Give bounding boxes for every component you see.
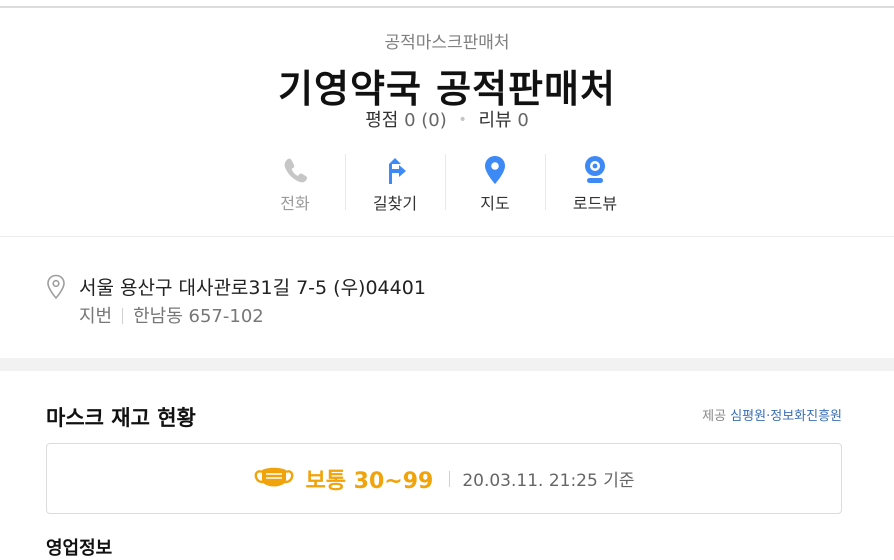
call-button[interactable]: 전화 [245, 152, 345, 214]
phone-icon [245, 154, 345, 186]
jibun-address-row: 지번 한남동 657-102 [79, 302, 264, 328]
section-divider [0, 358, 894, 371]
separator-dot: • [458, 112, 467, 128]
directions-button[interactable]: 길찾기 [345, 152, 445, 214]
directions-icon [345, 154, 445, 186]
review-count[interactable]: 0 [517, 110, 528, 131]
jibun-address: 한남동 657-102 [133, 306, 264, 327]
location-pin-icon [46, 274, 66, 304]
review-label: 리뷰 [478, 110, 512, 131]
map-pin-icon [445, 154, 545, 186]
call-label: 전화 [280, 194, 310, 213]
road-address: 서울 용산구 대사관로31길 7-5 (우)04401 [79, 277, 426, 299]
place-category: 공적마스크판매처 [384, 33, 510, 53]
rating-review-summary: 평점 0 (0) • 리뷰 0 [0, 106, 894, 132]
directions-label: 길찾기 [372, 194, 418, 213]
stock-status: 보통 30~99 [305, 468, 434, 494]
map-label: 지도 [480, 194, 510, 213]
stock-separator [449, 470, 451, 487]
roadview-icon [545, 154, 645, 186]
roadview-button[interactable]: 로드뷰 [545, 152, 645, 214]
jibun-separator [122, 308, 124, 324]
mask-icon [254, 464, 294, 494]
top-border [0, 6, 894, 8]
business-info-title: 영업정보 [46, 538, 113, 559]
place-title: 기영약국 공적판매처 [278, 67, 616, 111]
action-bar: 전화 길찾기 지도 로드뷰 [245, 152, 645, 214]
provider-prefix: 제공 [702, 409, 727, 424]
map-button[interactable]: 지도 [445, 152, 545, 214]
data-provider: 제공 심평원·정보화진흥원 [702, 405, 842, 424]
roadview-label: 로드뷰 [572, 194, 618, 213]
rating-value[interactable]: 0 (0) [404, 110, 447, 131]
header-divider [0, 236, 894, 237]
rating-label: 평점 [365, 110, 399, 131]
mask-stock-box: 보통 30~99 20.03.11. 21:25 기준 [46, 443, 842, 514]
jibun-label: 지번 [79, 306, 113, 327]
provider-link[interactable]: 심평원·정보화진흥원 [730, 409, 842, 424]
stock-timestamp: 20.03.11. 21:25 기준 [462, 471, 635, 491]
mask-stock-title: 마스크 재고 현황 [46, 406, 196, 430]
